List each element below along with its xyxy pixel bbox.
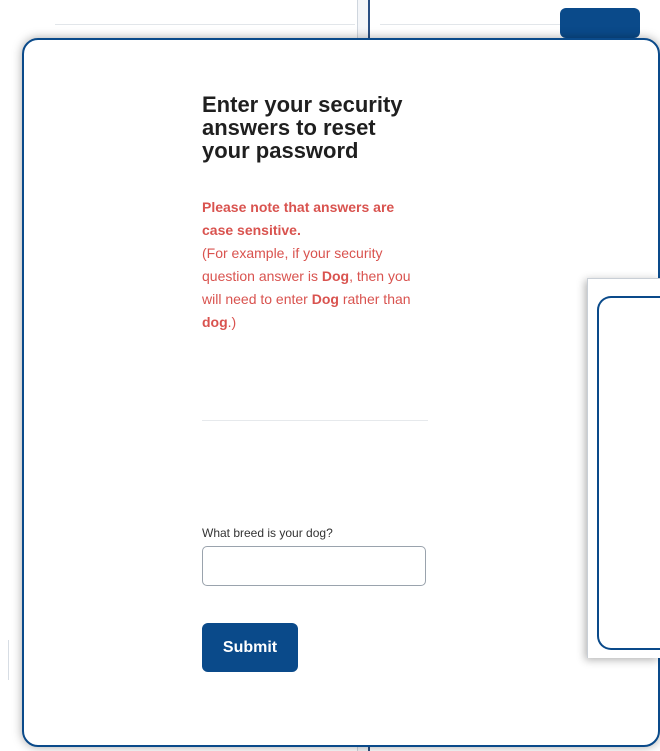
overlapping-dialog-panel	[597, 296, 660, 650]
note-emphasis: Dog	[311, 291, 339, 307]
note-emphasis: Dog	[321, 268, 350, 284]
note-text: rather than	[338, 291, 411, 307]
submit-button[interactable]: Submit	[202, 623, 298, 672]
reset-form-content: Enter your security answers to reset you…	[202, 93, 428, 334]
security-question-label: What breed is your dog?	[202, 526, 333, 540]
background-edge-line	[8, 640, 9, 680]
background-button[interactable]	[560, 8, 640, 38]
page-title: Enter your security answers to reset you…	[202, 92, 403, 163]
note-text: .)	[227, 314, 237, 330]
note-emphasis: dog	[202, 314, 228, 330]
case-sensitive-note: Please note that answers are case sensit…	[202, 196, 428, 334]
security-answer-input[interactable]	[202, 546, 426, 586]
note-heading: Please note that answers are case sensit…	[202, 199, 395, 238]
background-divider	[55, 24, 355, 25]
section-divider	[202, 420, 428, 421]
